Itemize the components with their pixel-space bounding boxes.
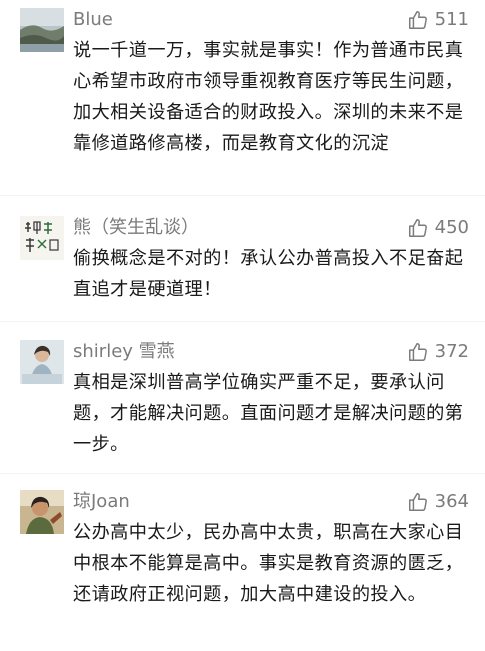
divider [0, 473, 485, 474]
like-button[interactable]: 450 [407, 216, 469, 240]
avatar[interactable] [20, 216, 64, 260]
like-button[interactable]: 364 [407, 490, 469, 514]
like-count: 372 [434, 341, 469, 362]
like-button[interactable]: 511 [407, 8, 469, 32]
divider [0, 195, 485, 196]
comment-text: 说一千道一万，事实就是事实！作为普通市民真心希望市政府市领导重视教育医疗等民生问… [73, 40, 464, 154]
comment-text: 偷换概念是不对的！承认公办普高投入不足奋起直追才是硬道理！ [73, 248, 464, 300]
comment-text: 真相是深圳普高学位确实严重不足，要承认问题，才能解决问题。直面问题才是解决问题的… [73, 372, 464, 455]
avatar[interactable] [20, 490, 64, 534]
username[interactable]: 熊（笑生乱谈） [73, 216, 199, 240]
comment-list: Blue 511 说一千道一万，事实就是事实！作为普通市民真心希望市政府市领导重… [0, 0, 485, 651]
username[interactable]: 琼Joan [73, 490, 130, 514]
thumbs-up-icon [407, 9, 429, 31]
thumbs-up-icon [407, 491, 429, 513]
comment-text: 公办高中太少，民办高中太贵，职高在大家心目中根本不能算是高中。事实是教育资源的匮… [73, 522, 464, 605]
username[interactable]: Blue [73, 8, 113, 32]
thumbs-up-icon [407, 341, 429, 363]
like-count: 364 [434, 491, 469, 512]
avatar[interactable] [20, 340, 64, 384]
like-button[interactable]: 372 [407, 340, 469, 364]
username[interactable]: shirley 雪燕 [73, 340, 175, 364]
thumbs-up-icon [407, 217, 429, 239]
like-count: 511 [434, 9, 469, 30]
avatar[interactable] [20, 8, 64, 52]
divider [0, 321, 485, 322]
like-count: 450 [434, 217, 469, 238]
